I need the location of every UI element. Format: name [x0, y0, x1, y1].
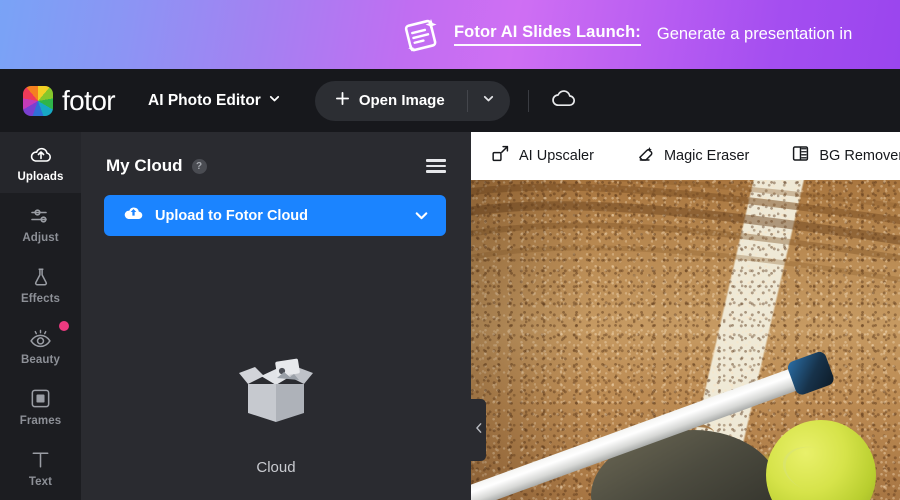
bg-remove-icon: [791, 144, 810, 168]
sidebar-item-effects[interactable]: Effects: [0, 254, 81, 315]
tool-bg-remover[interactable]: BG Remover: [791, 144, 900, 168]
promo-banner[interactable]: Fotor AI Slides Launch: Generate a prese…: [0, 0, 900, 69]
sidebar-item-label: Effects: [20, 292, 61, 305]
status-badge: [59, 321, 69, 331]
plus-icon: [335, 91, 350, 110]
promo-headline[interactable]: Fotor AI Slides Launch:: [454, 23, 641, 46]
chevron-left-icon: [474, 421, 484, 439]
sidebar-item-label: Adjust: [22, 231, 59, 244]
upscale-arrow-icon: [491, 144, 510, 168]
sidebar-item-label: Beauty: [21, 353, 60, 366]
page-title: My Cloud: [106, 156, 183, 175]
tool-magic-eraser[interactable]: Magic Eraser: [636, 144, 749, 168]
empty-state-label: Cloud: [256, 459, 296, 476]
product-menu-ai-photo-editor[interactable]: AI Photo Editor: [148, 92, 281, 110]
sliders-icon: [29, 204, 53, 228]
tool-label: Magic Eraser: [663, 148, 750, 164]
sidebar-item-text[interactable]: Text: [0, 437, 81, 498]
chevron-down-icon: [268, 92, 281, 110]
eraser-icon: [636, 144, 655, 168]
open-image-label: Open Image: [358, 92, 445, 109]
sidebar-item-adjust[interactable]: Adjust: [0, 193, 81, 254]
open-image-dropdown-button[interactable]: [468, 81, 510, 121]
sidebar-item-beauty[interactable]: Beauty: [0, 315, 81, 376]
product-menu-label: AI Photo Editor: [148, 91, 261, 109]
ai-slides-icon: [398, 12, 444, 58]
sidebar-item-label: Uploads: [17, 170, 64, 183]
open-image-button[interactable]: Open Image: [315, 81, 467, 121]
app-top-bar: fotor AI Photo Editor Open Image: [0, 69, 900, 132]
cloud-icon: [551, 88, 577, 113]
photo-rake-lines: [471, 180, 900, 283]
tool-label: BG Remover: [819, 148, 900, 164]
cloud-upload-icon: [123, 204, 144, 227]
my-cloud-panel: My Cloud ? Upload to Fotor Cloud Cloud: [81, 132, 471, 500]
upload-to-fotor-cloud-button[interactable]: Upload to Fotor Cloud: [104, 195, 446, 236]
sidebar-item-label: Frames: [19, 414, 62, 427]
panel-collapse-handle[interactable]: [471, 399, 486, 461]
hamburger-menu-icon[interactable]: [426, 159, 446, 173]
panel-header: My Cloud ?: [81, 132, 471, 176]
tool-rail: Uploads Adjust Effects Beauty Frames Tex…: [0, 132, 81, 500]
empty-box-icon: [231, 354, 321, 437]
logo-wordmark: fotor: [62, 84, 116, 116]
empty-state: Cloud: [81, 354, 471, 476]
upload-button-label: Upload to Fotor Cloud: [155, 207, 309, 224]
chevron-down-icon: [482, 92, 495, 110]
top-bar-divider: [527, 89, 529, 112]
frame-icon: [29, 387, 52, 411]
cloud-upload-icon: [29, 143, 53, 167]
editor-photo[interactable]: [471, 180, 900, 500]
fotor-color-wheel-icon: [23, 85, 53, 116]
cloud-storage-button[interactable]: [549, 86, 579, 116]
sidebar-item-frames[interactable]: Frames: [0, 376, 81, 437]
flask-icon: [30, 265, 52, 289]
quick-tools-bar: AI Upscaler Magic Eraser BG Remover: [471, 132, 900, 180]
tool-label: AI Upscaler: [519, 148, 594, 164]
text-t-icon: [29, 448, 52, 472]
promo-tagline: Generate a presentation in: [656, 25, 853, 43]
eye-icon: [28, 326, 53, 350]
promo-banner-content[interactable]: Fotor AI Slides Launch: Generate a prese…: [398, 12, 852, 58]
tool-ai-upscaler[interactable]: AI Upscaler: [491, 144, 594, 168]
open-image-group: Open Image: [314, 80, 510, 121]
fotor-photo-editor-window: Fotor AI Slides Launch: Generate a prese…: [0, 0, 900, 500]
question-mark-icon[interactable]: ?: [191, 158, 207, 174]
sidebar-item-label: Text: [28, 475, 53, 488]
sidebar-item-uploads[interactable]: Uploads: [0, 132, 81, 193]
fotor-logo[interactable]: fotor: [23, 84, 116, 116]
editor-canvas: AI Upscaler Magic Eraser BG Remover: [471, 132, 900, 500]
chevron-down-icon[interactable]: [413, 207, 430, 224]
